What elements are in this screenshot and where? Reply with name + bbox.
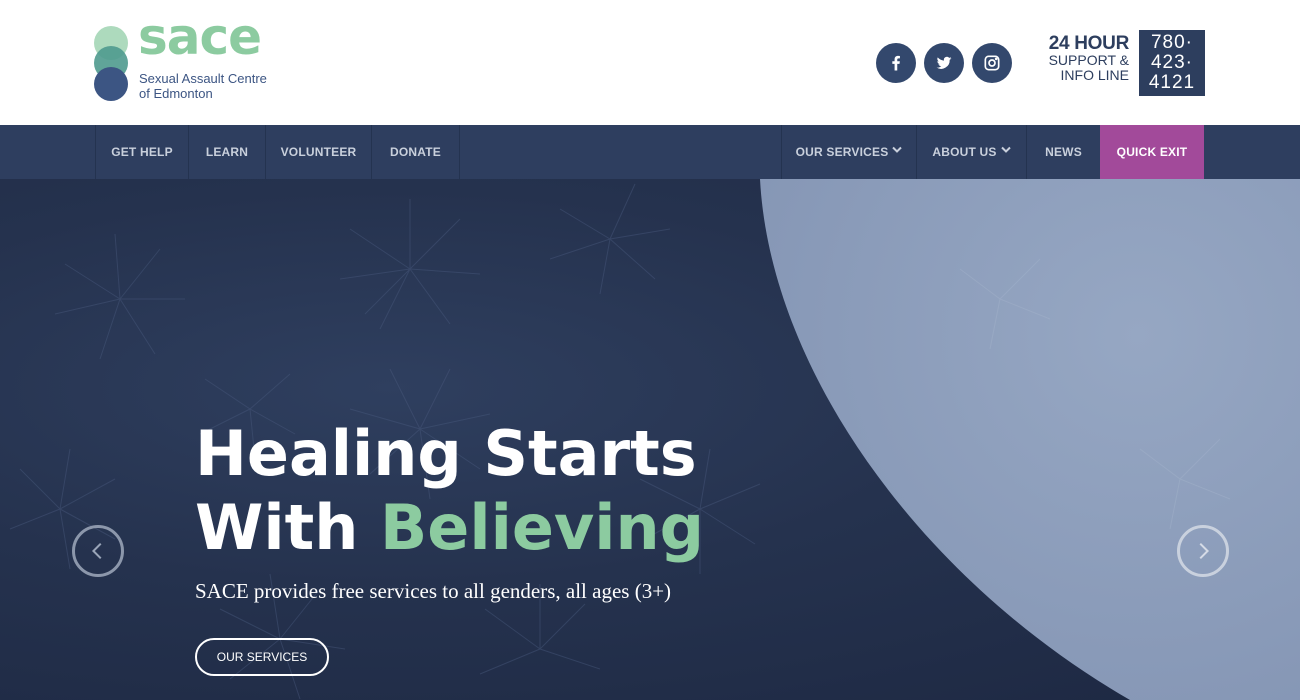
hero-heading: Healing Starts With Believing	[195, 417, 704, 565]
facebook-link[interactable]	[876, 43, 916, 83]
hero-slider: Healing Starts With Believing SACE provi…	[0, 179, 1300, 700]
nav-item-learn[interactable]: LEARN	[188, 125, 265, 179]
chevron-right-icon	[1199, 542, 1210, 560]
slider-prev-button[interactable]	[72, 525, 124, 577]
twitter-link[interactable]	[924, 43, 964, 83]
hotline-line3: INFO LINE	[1060, 67, 1129, 83]
chevron-down-icon	[892, 146, 903, 156]
nav-item-news[interactable]: NEWS	[1026, 125, 1100, 179]
hotline-title: 24 HOUR	[1048, 33, 1130, 54]
instagram-icon	[984, 55, 1000, 71]
hero-subtext: SACE provides free services to all gende…	[195, 579, 672, 603]
slider-next-button[interactable]	[1177, 525, 1229, 577]
facebook-icon	[892, 55, 900, 71]
main-nav: GET HELP LEARN VOLUNTEER DONATE OUR SERV…	[0, 125, 1300, 179]
nav-item-our-services[interactable]: OUR SERVICES	[781, 125, 916, 179]
nav-item-donate[interactable]: DONATE	[371, 125, 460, 179]
hero-heading-line1: Healing Starts	[195, 417, 697, 490]
hero-heading-line2-green: Believing	[380, 491, 705, 564]
logo-wordmark: sace	[138, 8, 262, 66]
chevron-down-icon	[1000, 146, 1011, 156]
nav-item-get-help[interactable]: GET HELP	[95, 125, 188, 179]
twitter-icon	[936, 56, 952, 69]
nav-item-about-us-label: ABOUT US	[932, 145, 997, 159]
hero-heading-line2: With Believing	[195, 491, 704, 565]
chevron-left-icon	[91, 542, 102, 560]
sace-logo[interactable]: sace Sexual Assault Centre of Edmonton	[94, 12, 294, 104]
nav-item-our-services-label: OUR SERVICES	[795, 145, 889, 159]
nav-item-about-us[interactable]: ABOUT US	[916, 125, 1026, 179]
hotline-number-part3: 4121	[1148, 72, 1196, 93]
site-header: sace Sexual Assault Centre of Edmonton 2…	[0, 0, 1300, 125]
quick-exit-button[interactable]: QUICK EXIT	[1100, 125, 1204, 179]
hero-heading-line2-white: With	[195, 491, 381, 564]
our-services-button[interactable]: OUR SERVICES	[195, 638, 329, 676]
logo-subtitle-line2: of Edmonton	[139, 86, 213, 101]
logo-subtitle: Sexual Assault Centre of Edmonton	[139, 71, 299, 101]
hotline-number-part2: 423·	[1150, 52, 1194, 73]
instagram-link[interactable]	[972, 43, 1012, 83]
hotline-number-part1: 780·	[1150, 32, 1194, 53]
hotline-number[interactable]: 780· 423· 4121	[1139, 30, 1205, 96]
logo-circles-icon	[94, 24, 128, 102]
hotline-label: 24 HOUR SUPPORT & INFO LINE	[1030, 33, 1130, 83]
nav-item-volunteer[interactable]: VOLUNTEER	[265, 125, 371, 179]
hotline-line2: SUPPORT &	[1048, 52, 1129, 68]
logo-subtitle-line1: Sexual Assault Centre	[139, 71, 267, 86]
